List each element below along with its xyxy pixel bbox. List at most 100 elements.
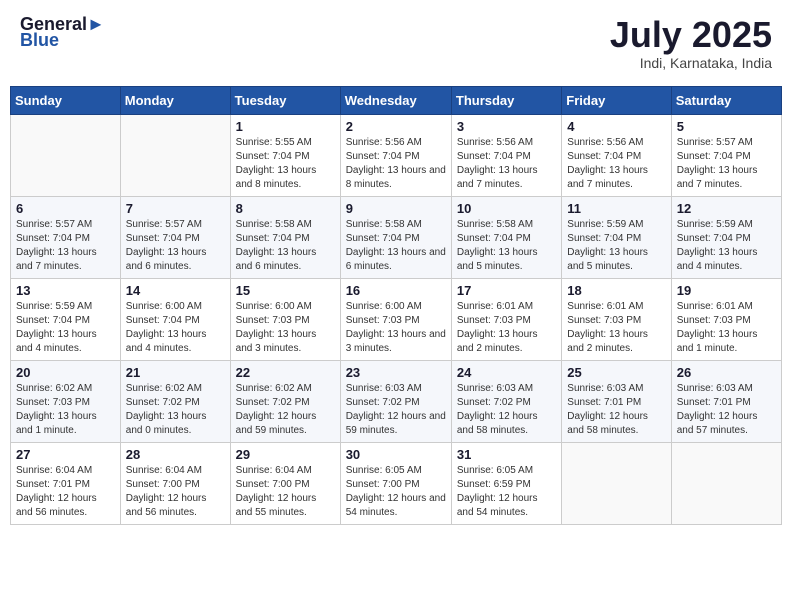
calendar-cell: 6 Sunrise: 5:57 AM Sunset: 7:04 PM Daylig… xyxy=(11,196,121,278)
calendar-cell: 20 Sunrise: 6:02 AM Sunset: 7:03 PM Dayli… xyxy=(11,360,121,442)
calendar-cell: 28 Sunrise: 6:04 AM Sunset: 7:00 PM Dayli… xyxy=(120,442,230,524)
calendar-cell: 25Sunrise: 6:03 AM Sunset: 7:01 PM Dayli… xyxy=(562,360,671,442)
day-number: 11 xyxy=(567,201,665,216)
day-number: 30 xyxy=(346,447,446,462)
day-info: Sunrise: 5:59 AM Sunset: 7:04 PM Dayligh… xyxy=(677,218,776,274)
day-info: Sunrise: 6:03 AM Sunset: 7:02 PM Dayligh… xyxy=(346,382,446,438)
day-number: 4 xyxy=(567,119,665,134)
calendar-cell: 9Sunrise: 5:58 AM Sunset: 7:04 PM Daylig… xyxy=(340,196,451,278)
day-info: Sunrise: 6:02 AM Sunset: 7:02 PM Dayligh… xyxy=(126,382,225,438)
calendar-week-2: 6 Sunrise: 5:57 AM Sunset: 7:04 PM Daylig… xyxy=(11,196,782,278)
day-info: Sunrise: 6:04 AM Sunset: 7:01 PM Dayligh… xyxy=(16,464,115,520)
day-info: Sunrise: 5:57 AM Sunset: 7:04 PM Dayligh… xyxy=(677,136,776,192)
day-number: 12 xyxy=(677,201,776,216)
day-number: 21 xyxy=(126,365,225,380)
calendar-cell: 12 Sunrise: 5:59 AM Sunset: 7:04 PM Dayli… xyxy=(671,196,781,278)
day-number: 23 xyxy=(346,365,446,380)
calendar-cell: 16 Sunrise: 6:00 AM Sunset: 7:03 PM Dayli… xyxy=(340,278,451,360)
col-sunday: Sunday xyxy=(11,86,121,114)
day-info: Sunrise: 6:01 AM Sunset: 7:03 PM Dayligh… xyxy=(567,300,665,356)
day-info: Sunrise: 5:59 AM Sunset: 7:04 PM Dayligh… xyxy=(567,218,665,274)
month-title: July 2025 xyxy=(610,15,772,55)
day-info: Sunrise: 6:00 AM Sunset: 7:03 PM Dayligh… xyxy=(236,300,335,356)
day-info: Sunrise: 5:55 AM Sunset: 7:04 PM Dayligh… xyxy=(236,136,335,192)
day-info: Sunrise: 5:56 AM Sunset: 7:04 PM Dayligh… xyxy=(567,136,665,192)
day-number: 16 xyxy=(346,283,446,298)
day-info: Sunrise: 5:58 AM Sunset: 7:04 PM Dayligh… xyxy=(457,218,556,274)
calendar-cell: 31 Sunrise: 6:05 AM Sunset: 6:59 PM Dayli… xyxy=(451,442,561,524)
calendar-cell: 21 Sunrise: 6:02 AM Sunset: 7:02 PM Dayli… xyxy=(120,360,230,442)
calendar-cell: 3Sunrise: 5:56 AM Sunset: 7:04 PM Daylig… xyxy=(451,114,561,196)
day-number: 27 xyxy=(16,447,115,462)
calendar-cell: 11 Sunrise: 5:59 AM Sunset: 7:04 PM Dayli… xyxy=(562,196,671,278)
col-monday: Monday xyxy=(120,86,230,114)
calendar-cell: 17 Sunrise: 6:01 AM Sunset: 7:03 PM Dayli… xyxy=(451,278,561,360)
col-thursday: Thursday xyxy=(451,86,561,114)
day-info: Sunrise: 6:00 AM Sunset: 7:03 PM Dayligh… xyxy=(346,300,446,356)
day-number: 6 xyxy=(16,201,115,216)
day-number: 14 xyxy=(126,283,225,298)
calendar-week-5: 27 Sunrise: 6:04 AM Sunset: 7:01 PM Dayli… xyxy=(11,442,782,524)
day-info: Sunrise: 6:03 AM Sunset: 7:01 PM Dayligh… xyxy=(567,382,665,438)
day-info: Sunrise: 6:03 AM Sunset: 7:02 PM Dayligh… xyxy=(457,382,556,438)
day-number: 18 xyxy=(567,283,665,298)
day-number: 2 xyxy=(346,119,446,134)
day-info: Sunrise: 5:59 AM Sunset: 7:04 PM Dayligh… xyxy=(16,300,115,356)
day-number: 15 xyxy=(236,283,335,298)
logo-subtext: Blue xyxy=(20,31,105,51)
calendar-cell: 10 Sunrise: 5:58 AM Sunset: 7:04 PM Dayli… xyxy=(451,196,561,278)
location: Indi, Karnataka, India xyxy=(610,55,772,71)
page-header: General► Blue July 2025 Indi, Karnataka,… xyxy=(10,10,782,76)
day-info: Sunrise: 6:02 AM Sunset: 7:02 PM Dayligh… xyxy=(236,382,335,438)
day-number: 19 xyxy=(677,283,776,298)
calendar-cell: 18 Sunrise: 6:01 AM Sunset: 7:03 PM Dayli… xyxy=(562,278,671,360)
day-info: Sunrise: 5:56 AM Sunset: 7:04 PM Dayligh… xyxy=(346,136,446,192)
col-wednesday: Wednesday xyxy=(340,86,451,114)
day-info: Sunrise: 5:58 AM Sunset: 7:04 PM Dayligh… xyxy=(236,218,335,274)
day-info: Sunrise: 6:04 AM Sunset: 7:00 PM Dayligh… xyxy=(236,464,335,520)
calendar-cell: 2 Sunrise: 5:56 AM Sunset: 7:04 PM Daylig… xyxy=(340,114,451,196)
day-info: Sunrise: 6:01 AM Sunset: 7:03 PM Dayligh… xyxy=(457,300,556,356)
day-number: 29 xyxy=(236,447,335,462)
calendar-cell xyxy=(11,114,121,196)
day-info: Sunrise: 5:57 AM Sunset: 7:04 PM Dayligh… xyxy=(16,218,115,274)
calendar-cell: 23 Sunrise: 6:03 AM Sunset: 7:02 PM Dayli… xyxy=(340,360,451,442)
day-number: 10 xyxy=(457,201,556,216)
day-number: 17 xyxy=(457,283,556,298)
day-info: Sunrise: 6:02 AM Sunset: 7:03 PM Dayligh… xyxy=(16,382,115,438)
day-number: 24 xyxy=(457,365,556,380)
logo: General► Blue xyxy=(20,15,105,51)
day-info: Sunrise: 6:03 AM Sunset: 7:01 PM Dayligh… xyxy=(677,382,776,438)
day-number: 31 xyxy=(457,447,556,462)
day-number: 28 xyxy=(126,447,225,462)
calendar-cell: 4 Sunrise: 5:56 AM Sunset: 7:04 PM Daylig… xyxy=(562,114,671,196)
day-info: Sunrise: 6:04 AM Sunset: 7:00 PM Dayligh… xyxy=(126,464,225,520)
calendar-cell xyxy=(671,442,781,524)
calendar-header-row: Sunday Monday Tuesday Wednesday Thursday… xyxy=(11,86,782,114)
title-area: July 2025 Indi, Karnataka, India xyxy=(610,15,772,71)
day-number: 20 xyxy=(16,365,115,380)
calendar-cell xyxy=(120,114,230,196)
day-number: 22 xyxy=(236,365,335,380)
calendar-week-1: 1 Sunrise: 5:55 AM Sunset: 7:04 PM Daylig… xyxy=(11,114,782,196)
day-info: Sunrise: 5:57 AM Sunset: 7:04 PM Dayligh… xyxy=(126,218,225,274)
day-info: Sunrise: 6:05 AM Sunset: 7:00 PM Dayligh… xyxy=(346,464,446,520)
day-info: Sunrise: 5:56 AM Sunset: 7:04 PM Dayligh… xyxy=(457,136,556,192)
calendar-cell: 22 Sunrise: 6:02 AM Sunset: 7:02 PM Dayli… xyxy=(230,360,340,442)
day-number: 8 xyxy=(236,201,335,216)
calendar-cell: 8 Sunrise: 5:58 AM Sunset: 7:04 PM Daylig… xyxy=(230,196,340,278)
col-tuesday: Tuesday xyxy=(230,86,340,114)
day-number: 5 xyxy=(677,119,776,134)
day-info: Sunrise: 6:01 AM Sunset: 7:03 PM Dayligh… xyxy=(677,300,776,356)
day-info: Sunrise: 6:00 AM Sunset: 7:04 PM Dayligh… xyxy=(126,300,225,356)
calendar-cell: 26 Sunrise: 6:03 AM Sunset: 7:01 PM Dayli… xyxy=(671,360,781,442)
day-number: 1 xyxy=(236,119,335,134)
calendar-cell: 30 Sunrise: 6:05 AM Sunset: 7:00 PM Dayli… xyxy=(340,442,451,524)
day-number: 13 xyxy=(16,283,115,298)
calendar-cell: 13 Sunrise: 5:59 AM Sunset: 7:04 PM Dayli… xyxy=(11,278,121,360)
calendar-week-4: 20 Sunrise: 6:02 AM Sunset: 7:03 PM Dayli… xyxy=(11,360,782,442)
calendar-cell: 7Sunrise: 5:57 AM Sunset: 7:04 PM Daylig… xyxy=(120,196,230,278)
calendar-week-3: 13 Sunrise: 5:59 AM Sunset: 7:04 PM Dayli… xyxy=(11,278,782,360)
day-info: Sunrise: 6:05 AM Sunset: 6:59 PM Dayligh… xyxy=(457,464,556,520)
day-number: 26 xyxy=(677,365,776,380)
